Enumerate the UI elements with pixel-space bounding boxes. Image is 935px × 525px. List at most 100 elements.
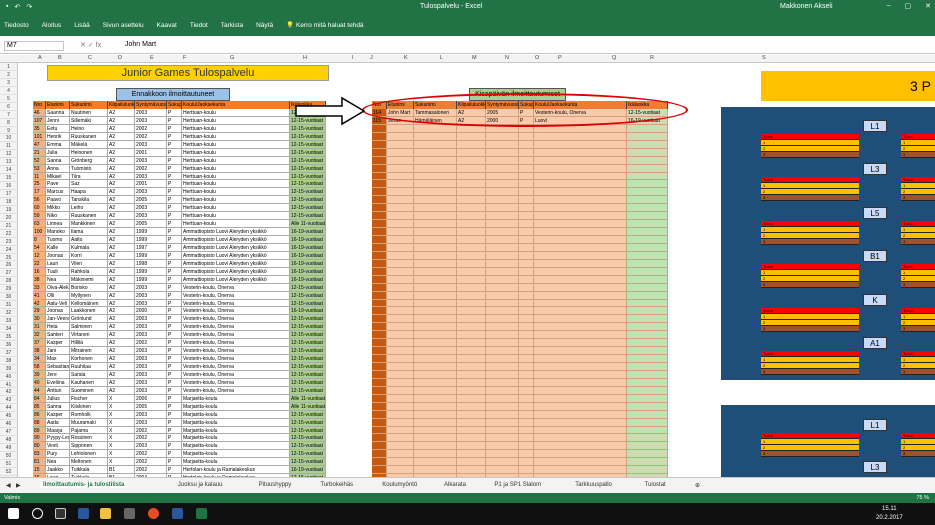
- table-cell[interactable]: [519, 363, 534, 371]
- table-cell[interactable]: 2002: [135, 458, 167, 467]
- table-cell[interactable]: [627, 418, 668, 427]
- table-cell[interactable]: 2003: [135, 116, 167, 125]
- zoom-level[interactable]: 75 %: [916, 495, 929, 501]
- table-cell[interactable]: 1998: [135, 259, 167, 268]
- table-cell[interactable]: [486, 442, 519, 451]
- table-cell[interactable]: 2002: [135, 132, 167, 141]
- table-cell[interactable]: [519, 164, 534, 173]
- table-cell[interactable]: 2001: [135, 148, 167, 157]
- table-cell[interactable]: 2005: [135, 402, 167, 411]
- table-cell[interactable]: [534, 204, 627, 213]
- table-cell[interactable]: [519, 243, 534, 252]
- table-cell[interactable]: P: [167, 180, 182, 189]
- table-cell[interactable]: B1: [108, 466, 135, 475]
- table-cell[interactable]: [387, 323, 414, 332]
- table-cell[interactable]: [627, 180, 668, 189]
- table-cell[interactable]: P: [167, 442, 182, 451]
- table-cell[interactable]: [519, 466, 534, 475]
- table-cell[interactable]: [627, 188, 668, 197]
- table-cell[interactable]: A2: [108, 204, 135, 213]
- table-cell[interactable]: [414, 172, 457, 181]
- table-cell[interactable]: [627, 259, 668, 268]
- store-icon[interactable]: [124, 508, 135, 519]
- table-cell[interactable]: 16-19-vuotiaat: [290, 275, 326, 284]
- table-cell[interactable]: 12-15-vuotiaat: [290, 331, 326, 340]
- table-cell[interactable]: [457, 323, 486, 332]
- table-cell[interactable]: Marjaetta-koulu: [182, 418, 290, 427]
- table-cell[interactable]: Ammattiopisto Luovi Aleryden yksikkö: [182, 236, 290, 244]
- table-cell[interactable]: Niko: [46, 212, 70, 221]
- table-cell[interactable]: [414, 442, 457, 451]
- table-cell[interactable]: Jani: [46, 347, 70, 356]
- tab-home[interactable]: Aloitus: [42, 22, 62, 29]
- table-cell[interactable]: [534, 283, 627, 292]
- table-cell[interactable]: P: [167, 347, 182, 356]
- table-cell[interactable]: A2: [108, 307, 135, 316]
- table-cell[interactable]: Vesterin-koulu, Onerva: [182, 339, 290, 348]
- table-cell[interactable]: [627, 267, 668, 276]
- tab-view[interactable]: Näytä: [256, 22, 273, 29]
- row-header[interactable]: 9: [0, 127, 17, 135]
- table-cell[interactable]: [414, 450, 457, 459]
- table-cell[interactable]: 41: [33, 291, 46, 300]
- row-header[interactable]: 29: [0, 285, 17, 294]
- table-cell[interactable]: [486, 267, 519, 276]
- table-cell[interactable]: [519, 458, 534, 467]
- table-cell[interactable]: Marjaetta-koulu: [182, 442, 290, 451]
- table-cell[interactable]: 2003: [135, 188, 167, 197]
- table-cell[interactable]: [534, 267, 627, 276]
- table-cell[interactable]: 88: [33, 418, 46, 427]
- table-cell[interactable]: 100: [33, 228, 46, 236]
- table-cell[interactable]: A2: [108, 109, 135, 117]
- fx-icon[interactable]: ✕ ✓ fx: [80, 41, 101, 49]
- row-header[interactable]: 48: [0, 436, 17, 444]
- table-cell[interactable]: [414, 418, 457, 427]
- sheet-tab[interactable]: Ilmoittautumis- ja tulostilista: [40, 482, 128, 488]
- table-cell[interactable]: [627, 331, 668, 340]
- table-cell[interactable]: [534, 236, 627, 244]
- table-cell[interactable]: Herttuan-koulu: [182, 204, 290, 213]
- table-cell[interactable]: [519, 267, 534, 276]
- table-cell[interactable]: P: [167, 251, 182, 260]
- table-cell[interactable]: [519, 410, 534, 419]
- row-header[interactable]: 21: [0, 222, 17, 230]
- table-cell[interactable]: Aalto: [70, 236, 108, 244]
- table-cell[interactable]: [387, 291, 414, 300]
- table-cell[interactable]: [457, 180, 486, 189]
- row-header[interactable]: 44: [0, 404, 17, 413]
- column-header[interactable]: A: [38, 55, 42, 61]
- table-cell[interactable]: 12-15-vuotiaat: [290, 450, 326, 459]
- table-cell[interactable]: P: [167, 418, 182, 427]
- table-cell[interactable]: [627, 315, 668, 324]
- table-cell[interactable]: [372, 220, 387, 229]
- table-cell[interactable]: 12-15-vuotiaat: [290, 347, 326, 356]
- column-header[interactable]: S: [762, 55, 766, 61]
- table-cell[interactable]: Vesterin-koulu, Onerva: [182, 291, 290, 300]
- row-header[interactable]: 3: [0, 79, 17, 87]
- table-cell[interactable]: Nea: [46, 458, 70, 467]
- tell-me-search[interactable]: 💡 Kerro mitä haluat tehdä: [286, 21, 363, 29]
- table-cell[interactable]: Rahkola: [70, 267, 108, 276]
- table-cell[interactable]: [486, 466, 519, 475]
- table-cell[interactable]: [387, 228, 414, 236]
- table-cell[interactable]: Herttuan-koulu: [182, 140, 290, 149]
- table-cell[interactable]: [387, 363, 414, 371]
- row-header[interactable]: 37: [0, 349, 17, 357]
- table-cell[interactable]: Herttuan-koulu: [182, 156, 290, 165]
- table-cell[interactable]: 85: [33, 402, 46, 411]
- row-header[interactable]: 27: [0, 269, 17, 278]
- table-cell[interactable]: P: [167, 188, 182, 197]
- table-cell[interactable]: P: [167, 339, 182, 348]
- table-cell[interactable]: [457, 339, 486, 348]
- table-cell[interactable]: 2000: [135, 307, 167, 316]
- table-cell[interactable]: [519, 283, 534, 292]
- table-cell[interactable]: [414, 180, 457, 189]
- table-cell[interactable]: Laakkonen: [70, 307, 108, 316]
- table-cell[interactable]: [534, 331, 627, 340]
- table-cell[interactable]: 101: [33, 132, 46, 141]
- table-cell[interactable]: 2003: [135, 299, 167, 308]
- table-cell[interactable]: Tuomo: [46, 236, 70, 244]
- table-cell[interactable]: 107: [33, 116, 46, 125]
- table-cell[interactable]: Marjaetta-koulu: [182, 434, 290, 443]
- table-cell[interactable]: [414, 378, 457, 387]
